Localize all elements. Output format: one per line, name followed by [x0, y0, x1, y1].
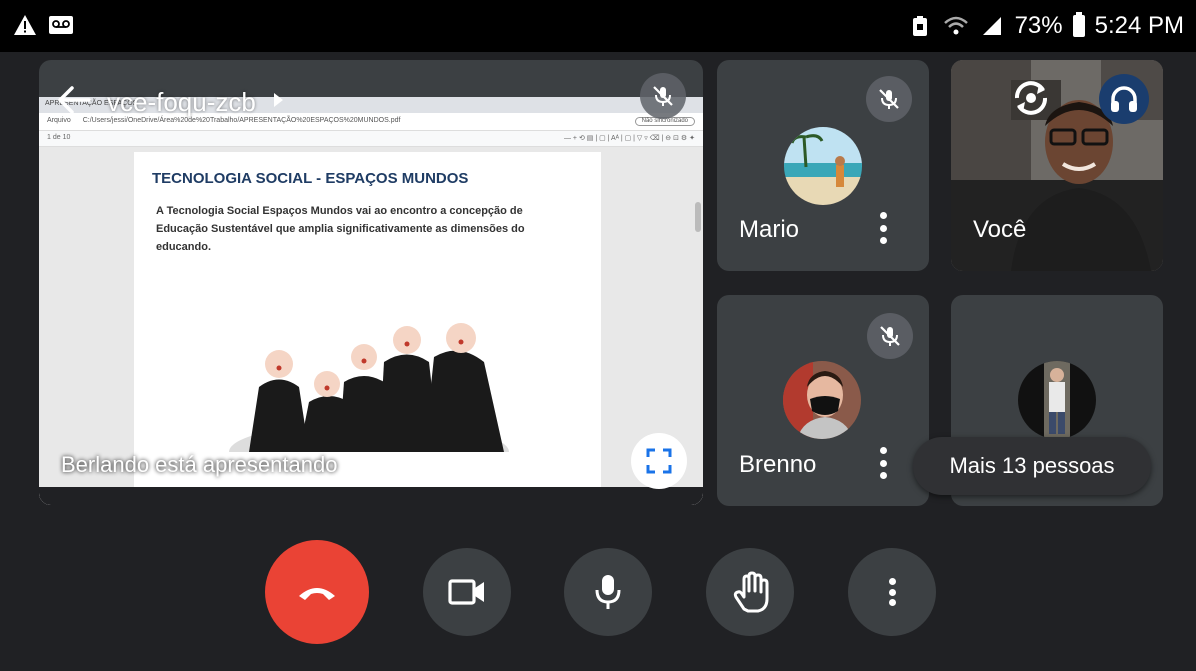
pdf-scrollbar[interactable] [695, 202, 701, 232]
avatar [1018, 361, 1096, 439]
fullscreen-button[interactable] [631, 433, 687, 489]
more-vert-icon[interactable] [871, 443, 895, 483]
mic-off-icon [867, 313, 913, 359]
presentation-tile[interactable]: APRESENTAÇÃO ESPAÇOS Arquivo C:/Users/je… [39, 60, 703, 505]
status-bar: 73% 5:24 PM [0, 0, 1196, 52]
url-prefix: Arquivo [47, 117, 71, 124]
avatar [784, 127, 862, 205]
participant-tile-mario[interactable]: Mario [717, 60, 929, 271]
participant-name: Brenno [739, 451, 817, 478]
shared-screen: APRESENTAÇÃO ESPAÇOS Arquivo C:/Users/je… [39, 97, 703, 505]
end-call-icon [299, 588, 335, 600]
raise-hand-button[interactable] [706, 548, 794, 636]
wifi-icon [943, 15, 969, 37]
more-vert-icon[interactable] [871, 208, 895, 248]
participant-name: Você [973, 216, 1027, 243]
pdf-page-info: 1 de 10 [47, 134, 71, 141]
group-photo [229, 302, 509, 452]
participant-name: Mario [739, 216, 800, 243]
fullscreen-icon [646, 448, 672, 474]
meeting-code[interactable]: vce-foqu-zcb [107, 87, 256, 118]
battery-percent: 73% [1014, 12, 1063, 39]
presenter-mic-off-icon [640, 73, 686, 119]
back-arrow-icon[interactable] [57, 86, 91, 118]
avatar [783, 361, 861, 439]
end-call-button[interactable] [265, 540, 369, 644]
caret-right-icon[interactable] [272, 92, 284, 113]
headphones-icon[interactable] [1099, 74, 1149, 124]
document-title: TECNOLOGIA SOCIAL - ESPAÇOS MUNDOS [152, 170, 469, 187]
voicemail-icon [48, 14, 74, 36]
more-options-icon [887, 574, 897, 610]
pdf-tools: — + ⟲ ▤ | ▢ | Aᴬ | ▢ | ▽ ▿ ⌫ | ⊖ ⊡ ⚙ ✦ [563, 135, 695, 142]
pdf-toolbar: 1 de 10 — + ⟲ ▤ | ▢ | Aᴬ | ▢ | ▽ ▿ ⌫ | ⊖… [39, 131, 703, 147]
participant-tile-brenno[interactable]: Brenno [717, 295, 929, 506]
camera-button[interactable] [423, 548, 511, 636]
windows-taskbar [39, 487, 703, 505]
battery-icon [1072, 12, 1085, 37]
raise-hand-icon [733, 571, 769, 613]
browser-url: C:/Users/jessi/OneDrive/Área%20de%20Trab… [82, 117, 401, 124]
mic-icon [595, 575, 621, 609]
signal-icon [979, 15, 1005, 37]
switch-camera-icon[interactable] [1009, 78, 1053, 123]
presenter-label: Berlando está apresentando [61, 452, 338, 477]
clock: 5:24 PM [1094, 12, 1184, 39]
battery-saver-icon [907, 15, 933, 37]
mic-off-icon [866, 76, 912, 122]
mic-button[interactable] [564, 548, 652, 636]
document-body: A Tecnologia Social Espaços Mundos vai a… [156, 205, 525, 253]
self-view-tile[interactable]: Você [951, 60, 1163, 271]
warning-icon [12, 14, 38, 36]
camera-icon [448, 579, 484, 605]
more-options-button[interactable] [848, 548, 936, 636]
meeting-header: vce-foqu-zcb [57, 86, 284, 118]
more-people-pill[interactable]: Mais 13 pessoas [913, 437, 1151, 495]
